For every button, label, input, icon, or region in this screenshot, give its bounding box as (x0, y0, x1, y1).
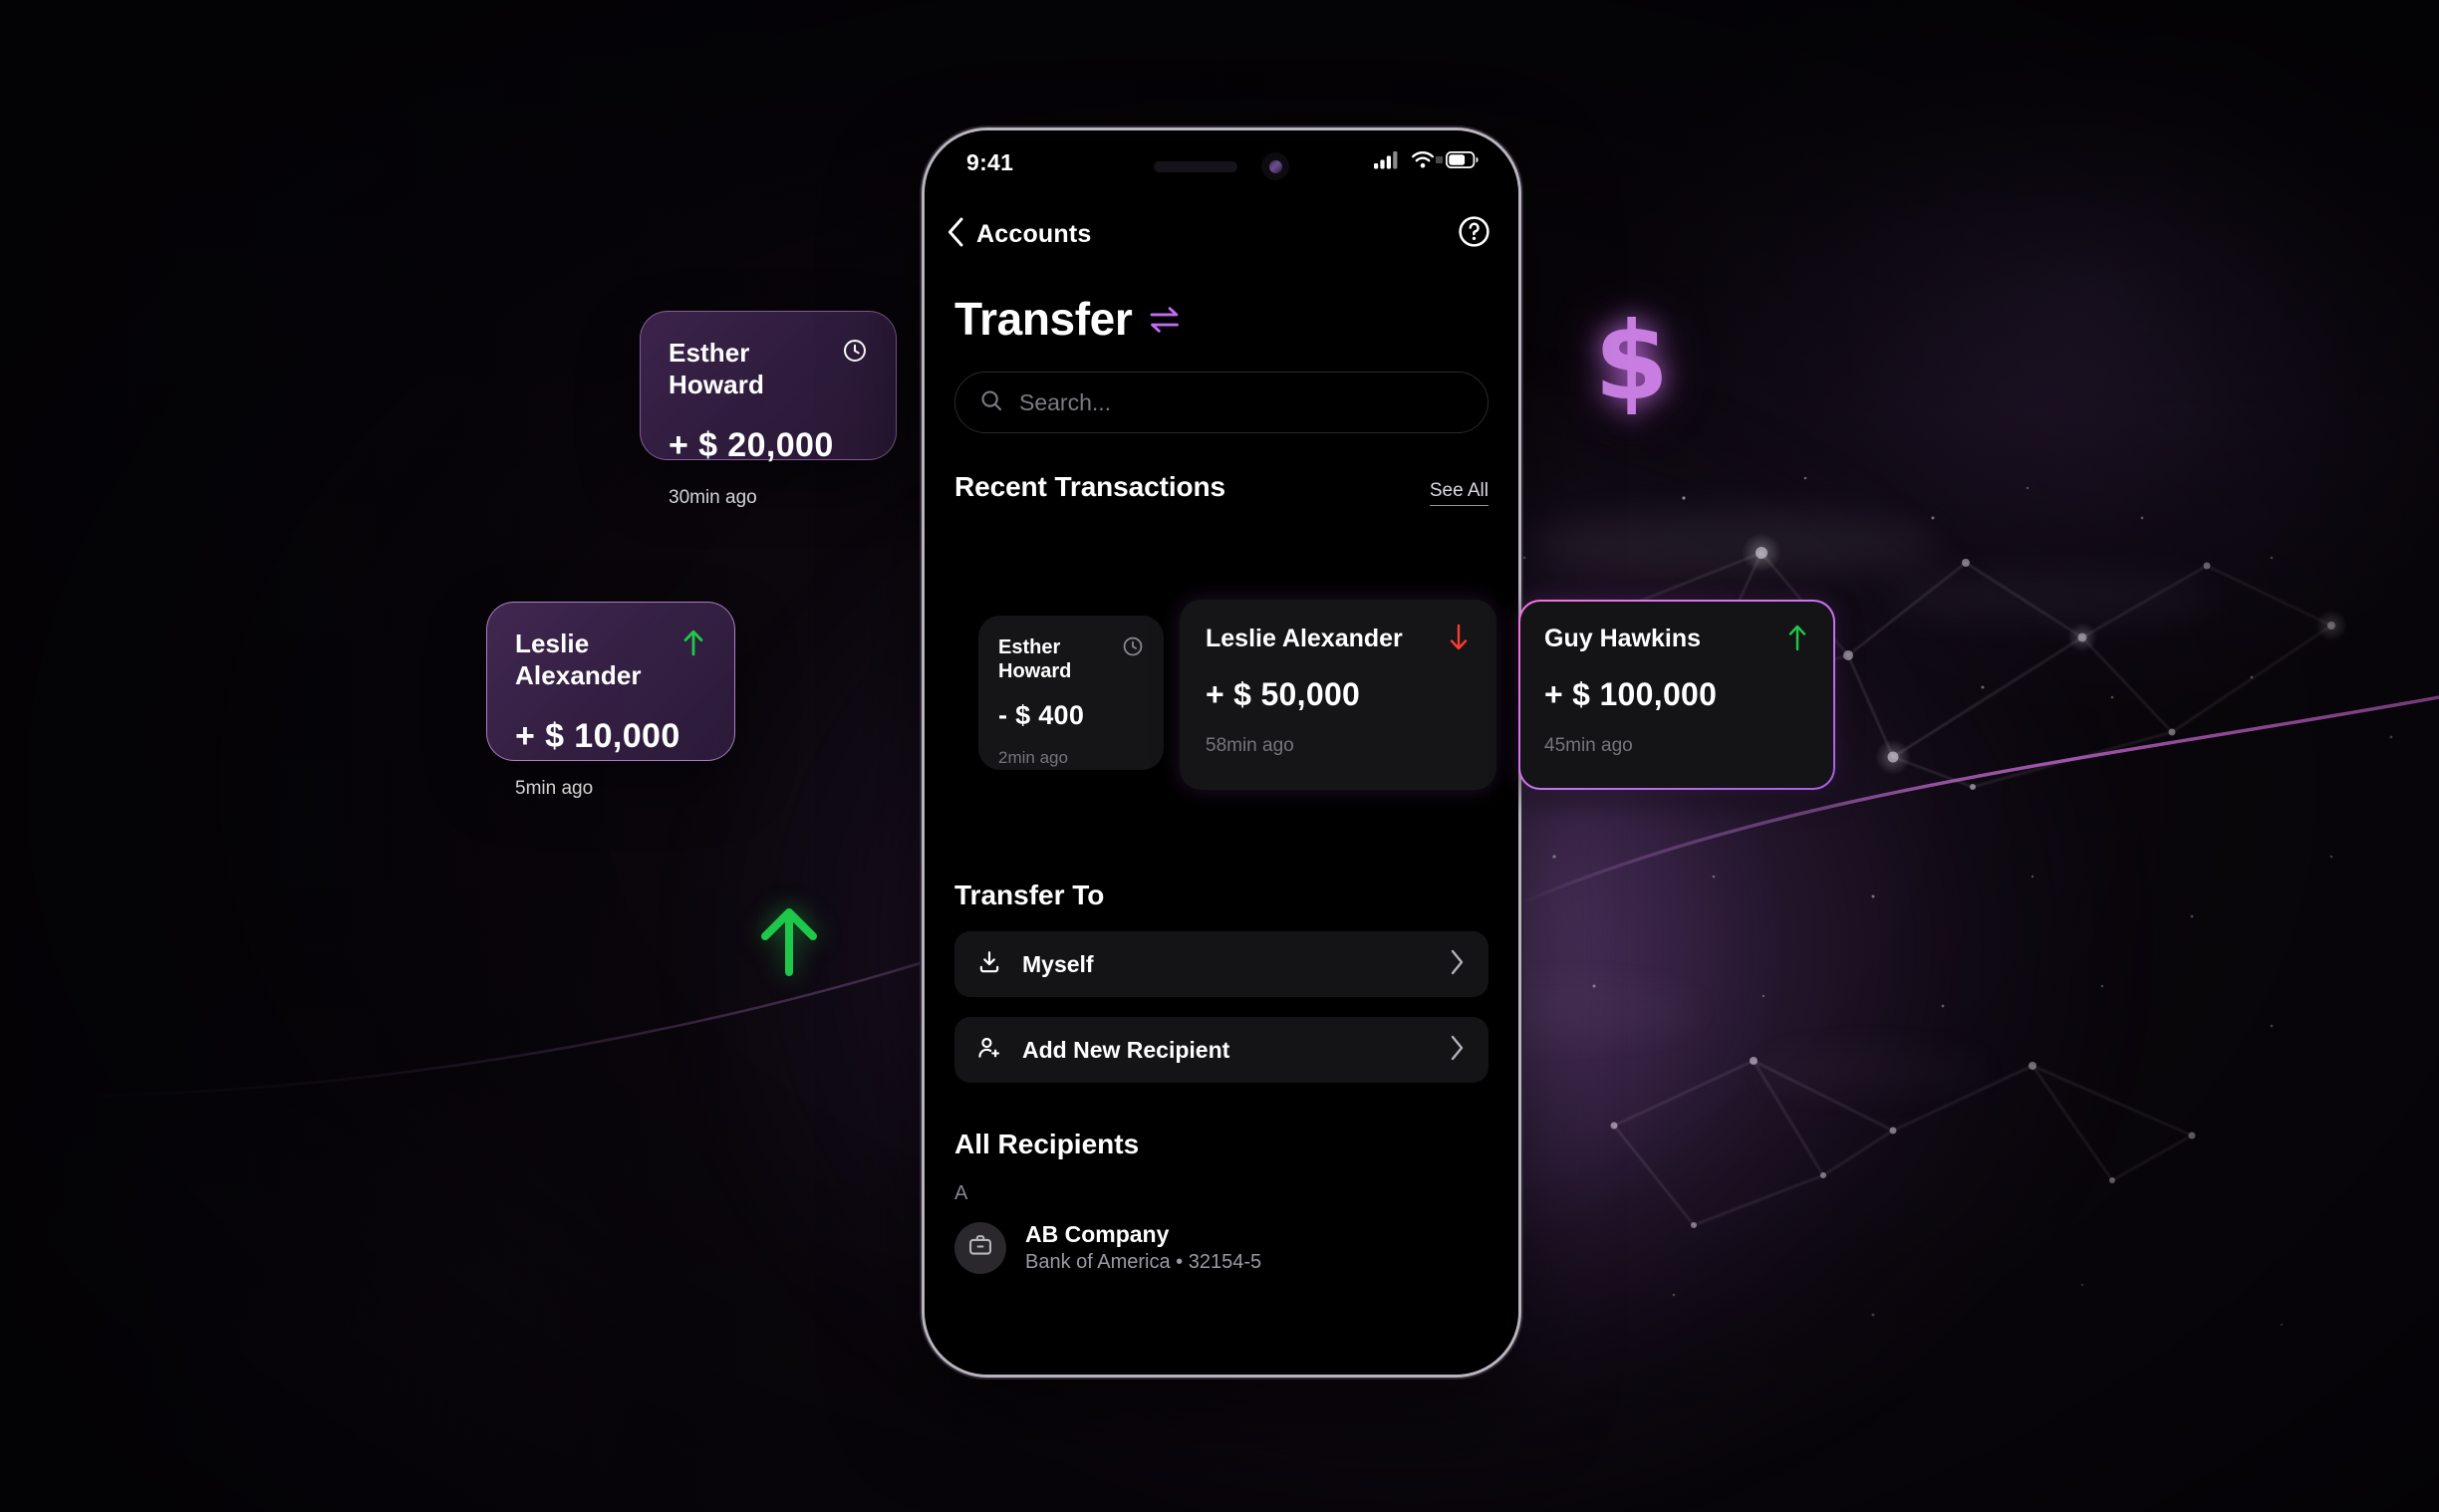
clock-icon (842, 338, 868, 369)
transaction-card-esther-howard[interactable]: Esther Howard - $ 400 2min ago (978, 616, 1164, 770)
transfer-option-label: Add New Recipient (1022, 1036, 1230, 1063)
transfer-to-title: Transfer To (954, 880, 1105, 910)
transaction-name: Esther Howard (998, 636, 1072, 682)
alpha-group-letter: A (954, 1182, 968, 1204)
transaction-card-guy-hawkins[interactable]: Guy Hawkins + $ 100,000 45min ago (1518, 600, 1835, 790)
transfer-arrows-icon (1148, 292, 1182, 346)
earpiece-speaker (1154, 160, 1237, 172)
floating-card-time: 30min ago (669, 487, 757, 509)
transaction-card-leslie-alexander[interactable]: Leslie Alexander + $ 50,000 58min ago (1180, 600, 1496, 790)
transaction-card-header: Esther Howard (998, 635, 1144, 683)
clock-icon (1122, 635, 1144, 662)
screenshot-stage: $ Esther Howard + $ 20,000 30min ago Les… (0, 0, 2439, 1512)
recent-transactions-header: Recent Transactions See All (954, 471, 1489, 506)
battery-icon (1446, 151, 1479, 173)
transaction-time: 45min ago (1544, 735, 1633, 756)
floating-card-time: 5min ago (515, 778, 594, 800)
search-input[interactable]: Search... (1019, 389, 1111, 416)
transaction-name: Guy Hawkins (1544, 625, 1701, 652)
floating-transaction-card-esther[interactable]: Esther Howard + $ 20,000 30min ago (640, 311, 897, 508)
avatar (954, 1221, 1006, 1274)
transaction-amount: + $ 100,000 (1544, 676, 1718, 712)
see-all-link[interactable]: See All (1429, 480, 1489, 506)
user-plus-icon (976, 1035, 1002, 1066)
chevron-right-icon (1450, 949, 1465, 980)
arrow-up-icon-decoration (757, 904, 821, 981)
transaction-card-header: Leslie Alexander (1206, 624, 1471, 656)
search-icon (979, 388, 1003, 417)
all-recipients-title: All Recipients (954, 1129, 1140, 1159)
arrow-up-icon (680, 629, 706, 661)
navigation-bar: Accounts (925, 206, 1518, 262)
download-icon (976, 949, 1002, 980)
decorative-dot (1436, 156, 1443, 163)
cellular-signal-icon (1374, 150, 1400, 174)
transfer-option-add-new-recipient[interactable]: Add New Recipient (954, 1017, 1489, 1083)
transaction-amount: + $ 50,000 (1206, 676, 1361, 712)
dynamic-island (1154, 152, 1289, 180)
floating-card-amount: + $ 20,000 (669, 426, 834, 465)
back-button[interactable]: Accounts (947, 217, 1092, 252)
front-camera-lens (1261, 152, 1289, 180)
transaction-card-header: Guy Hawkins (1544, 624, 1809, 656)
transfer-option-label: Myself (1022, 950, 1094, 977)
recipient-detail: Bank of America • 32154-5 (1025, 1251, 1262, 1273)
floating-card-name: Leslie Alexander (515, 629, 642, 690)
recent-transactions-title: Recent Transactions (954, 471, 1225, 502)
all-recipients-section: All Recipients A AB Company Bank of Amer… (954, 1129, 1489, 1274)
floating-card-header: Leslie Alexander (515, 629, 706, 691)
search-bar[interactable]: Search... (954, 372, 1489, 433)
floating-card-amount: + $ 10,000 (515, 717, 680, 756)
floating-card-name: Esther Howard (669, 338, 764, 399)
chevron-right-icon (1450, 1035, 1465, 1066)
page-title-text: Transfer (954, 293, 1133, 345)
wifi-icon (1411, 150, 1435, 174)
dollar-sign-icon: $ (1594, 300, 1670, 424)
transaction-time: 58min ago (1206, 735, 1294, 756)
transaction-amount: - $ 400 (998, 700, 1085, 730)
arrow-down-icon (1447, 624, 1471, 656)
screen-content: Transfer Search... Recent Transactions S… (925, 262, 1518, 1375)
briefcase-icon (967, 1232, 993, 1263)
status-time: 9:41 (966, 148, 1014, 175)
floating-card-header: Esther Howard (669, 338, 868, 400)
transaction-time: 2min ago (998, 748, 1068, 767)
floating-transaction-card-leslie[interactable]: Leslie Alexander + $ 10,000 5min ago (486, 602, 735, 799)
recipient-name: AB Company (1025, 1221, 1170, 1247)
help-circle-icon[interactable] (1458, 215, 1490, 253)
status-indicators (1374, 150, 1479, 174)
page-title: Transfer (954, 292, 1489, 346)
transaction-name: Leslie Alexander (1206, 625, 1403, 652)
arrow-up-icon (1785, 624, 1809, 656)
recipient-list-item[interactable]: AB Company Bank of America • 32154-5 (954, 1221, 1489, 1274)
transfer-to-section: Transfer To Myself Add New Recipient (954, 880, 1489, 1083)
back-label[interactable]: Accounts (976, 220, 1092, 249)
transfer-option-myself[interactable]: Myself (954, 931, 1489, 997)
chevron-left-icon[interactable] (947, 217, 964, 252)
recipient-text: AB Company Bank of America • 32154-5 (1025, 1221, 1261, 1274)
